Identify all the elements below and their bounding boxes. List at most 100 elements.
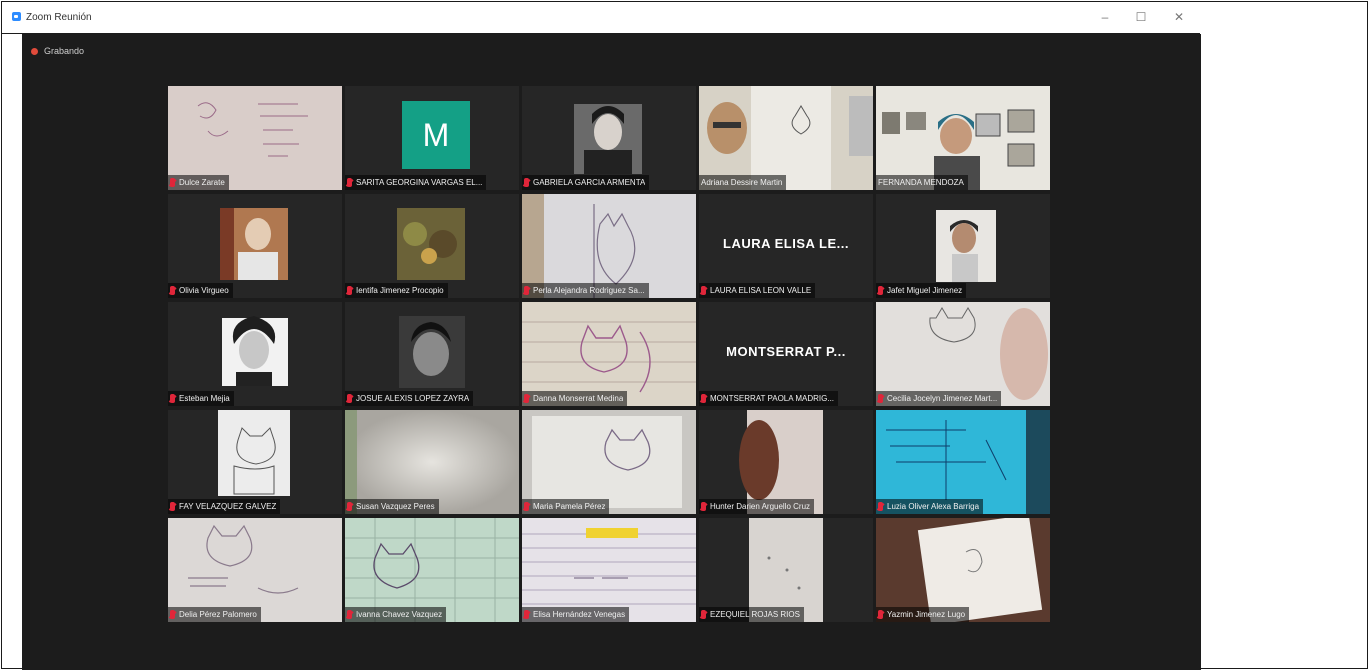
participant-name: Maria Pamela Pérez bbox=[533, 502, 606, 511]
mic-muted-icon bbox=[524, 502, 529, 511]
participant-tile[interactable]: EZEQUIEL ROJAS RIOS bbox=[699, 518, 873, 622]
participant-name: Ivanna Chavez Vazquez bbox=[356, 610, 443, 619]
participant-tile[interactable]: Hunter Darien Arguello Cruz bbox=[699, 410, 873, 514]
participant-name-bar: MONTSERRAT PAOLA MADRIG... bbox=[699, 391, 839, 406]
title-bar: Zoom Reunión – ☐ ✕ bbox=[2, 2, 1200, 34]
zoom-app-icon bbox=[12, 12, 21, 21]
participant-tile[interactable]: M SARITA GEORGINA VARGAS EL... bbox=[345, 86, 519, 190]
participant-tile[interactable]: Cecilia Jocelyn Jimenez Mart... bbox=[876, 302, 1050, 406]
participant-tile[interactable]: Maria Pamela Pérez bbox=[522, 410, 696, 514]
participant-name-bar: Esteban Mejia bbox=[168, 391, 234, 406]
participant-name-bar: GABRIELA GARCIA ARMENTA bbox=[522, 175, 650, 190]
participant-tile[interactable]: Luzia Oliver Alexa Barriga bbox=[876, 410, 1050, 514]
mic-muted-icon bbox=[701, 394, 706, 403]
participant-name: Perla Alejandra Rodriguez Sa... bbox=[533, 286, 645, 295]
meeting-view: Grabando Dulce Zarate M SARITA GEORGINA VA… bbox=[22, 34, 1201, 670]
mic-muted-icon bbox=[170, 286, 175, 295]
participant-tile[interactable]: MONTSERRAT P... MONTSERRAT PAOLA MADRIG..… bbox=[699, 302, 873, 406]
participant-tile[interactable]: Jafet Miguel Jimenez bbox=[876, 194, 1050, 298]
participant-name: JOSUE ALEXIS LOPEZ ZAYRA bbox=[356, 394, 470, 403]
participant-name: FERNANDA MENDOZA bbox=[878, 178, 964, 187]
participant-tile[interactable]: LAURA ELISA LE... LAURA ELISA LEON VALLE bbox=[699, 194, 873, 298]
participant-name: FAY VELAZQUEZ GALVEZ bbox=[179, 502, 277, 511]
participant-name-bar: Jafet Miguel Jimenez bbox=[876, 283, 967, 298]
participant-name: Dulce Zarate bbox=[179, 178, 225, 187]
recording-icon bbox=[31, 48, 38, 55]
participant-name-bar: Perla Alejandra Rodriguez Sa... bbox=[522, 283, 649, 298]
participant-tile[interactable]: Danna Monserrat Medina bbox=[522, 302, 696, 406]
participant-name: Olivia Virgueo bbox=[179, 286, 229, 295]
mic-muted-icon bbox=[701, 286, 706, 295]
participant-name-bar: Adriana Dessire Martin bbox=[699, 175, 787, 190]
maximize-button[interactable]: ☐ bbox=[1132, 9, 1150, 25]
participant-name-bar: EZEQUIEL ROJAS RIOS bbox=[699, 607, 804, 622]
participant-name-bar: Luzia Oliver Alexa Barriga bbox=[876, 499, 984, 514]
participant-name-bar: SARITA GEORGINA VARGAS EL... bbox=[345, 175, 487, 190]
participant-name: Hunter Darien Arguello Cruz bbox=[710, 502, 811, 511]
participant-tile[interactable]: Perla Alejandra Rodriguez Sa... bbox=[522, 194, 696, 298]
mic-muted-icon bbox=[170, 610, 175, 619]
participant-name-bar: JOSUE ALEXIS LOPEZ ZAYRA bbox=[345, 391, 474, 406]
participant-name-bar: Ivanna Chavez Vazquez bbox=[345, 607, 447, 622]
participant-tile[interactable]: Ivanna Chavez Vazquez bbox=[345, 518, 519, 622]
participant-name-bar: Dulce Zarate bbox=[168, 175, 229, 190]
mic-muted-icon bbox=[170, 178, 175, 187]
mic-muted-icon bbox=[347, 502, 352, 511]
minimize-button[interactable]: – bbox=[1096, 9, 1114, 25]
participant-name: MONTSERRAT PAOLA MADRIG... bbox=[710, 394, 835, 403]
participant-tile[interactable]: Yazmin Jimenez Lugo bbox=[876, 518, 1050, 622]
participant-tile[interactable]: Adriana Dessire Martin bbox=[699, 86, 873, 190]
participant-name: Cecilia Jocelyn Jimenez Mart... bbox=[887, 394, 998, 403]
participant-name-bar: FERNANDA MENDOZA bbox=[876, 175, 968, 190]
mic-muted-icon bbox=[347, 178, 352, 187]
participant-tile[interactable]: GABRIELA GARCIA ARMENTA bbox=[522, 86, 696, 190]
participant-name-bar: FAY VELAZQUEZ GALVEZ bbox=[168, 499, 281, 514]
participant-name: SARITA GEORGINA VARGAS EL... bbox=[356, 178, 483, 187]
participant-tile[interactable]: Elisa Hernández Venegas bbox=[522, 518, 696, 622]
participant-display-name: MONTSERRAT P... bbox=[726, 344, 846, 359]
participant-tile[interactable]: Delia Pérez Palomero bbox=[168, 518, 342, 622]
participant-name: Ientifa Jimenez Procopio bbox=[356, 286, 444, 295]
participant-name-bar: Susan Vazquez Peres bbox=[345, 499, 439, 514]
participant-name: Luzia Oliver Alexa Barriga bbox=[887, 502, 980, 511]
participant-name: Danna Monserrat Medina bbox=[533, 394, 624, 403]
mic-muted-icon bbox=[524, 610, 529, 619]
participant-name: Elisa Hernández Venegas bbox=[533, 610, 626, 619]
participant-tile[interactable]: Olivia Virgueo bbox=[168, 194, 342, 298]
participant-tile[interactable]: Susan Vazquez Peres bbox=[345, 410, 519, 514]
participant-tile[interactable]: JOSUE ALEXIS LOPEZ ZAYRA bbox=[345, 302, 519, 406]
mic-muted-icon bbox=[524, 286, 529, 295]
participant-name: Adriana Dessire Martin bbox=[701, 178, 783, 187]
participant-name: Delia Pérez Palomero bbox=[179, 610, 257, 619]
gallery-grid: Dulce Zarate M SARITA GEORGINA VARGAS EL..… bbox=[168, 86, 1050, 622]
mic-muted-icon bbox=[878, 394, 883, 403]
participant-name: EZEQUIEL ROJAS RIOS bbox=[710, 610, 800, 619]
participant-name: Esteban Mejia bbox=[179, 394, 230, 403]
participant-name: Susan Vazquez Peres bbox=[356, 502, 435, 511]
mic-muted-icon bbox=[878, 286, 883, 295]
recording-label: Grabando bbox=[44, 46, 85, 56]
participant-avatar: M bbox=[402, 101, 470, 169]
mic-muted-icon bbox=[347, 610, 352, 619]
participant-name-bar: Delia Pérez Palomero bbox=[168, 607, 261, 622]
participant-tile[interactable]: Dulce Zarate bbox=[168, 86, 342, 190]
participant-tile[interactable]: Ientifa Jimenez Procopio bbox=[345, 194, 519, 298]
mic-muted-icon bbox=[878, 610, 883, 619]
close-button[interactable]: ✕ bbox=[1170, 9, 1188, 25]
participant-name: GABRIELA GARCIA ARMENTA bbox=[533, 178, 646, 187]
participant-name-bar: Hunter Darien Arguello Cruz bbox=[699, 499, 815, 514]
participant-tile[interactable]: Esteban Mejia bbox=[168, 302, 342, 406]
participant-display-name: LAURA ELISA LE... bbox=[723, 236, 849, 251]
mic-muted-icon bbox=[524, 178, 529, 187]
participant-tile[interactable]: FERNANDA MENDOZA bbox=[876, 86, 1050, 190]
participant-name-bar: Elisa Hernández Venegas bbox=[522, 607, 630, 622]
participant-name-bar: Yazmin Jimenez Lugo bbox=[876, 607, 970, 622]
participant-name-bar: LAURA ELISA LEON VALLE bbox=[699, 283, 816, 298]
participant-name: LAURA ELISA LEON VALLE bbox=[710, 286, 812, 295]
window-title: Zoom Reunión bbox=[26, 12, 92, 23]
mic-muted-icon bbox=[701, 502, 706, 511]
participant-tile[interactable]: FAY VELAZQUEZ GALVEZ bbox=[168, 410, 342, 514]
participant-name-bar: Maria Pamela Pérez bbox=[522, 499, 610, 514]
mic-muted-icon bbox=[170, 394, 175, 403]
participant-name: Yazmin Jimenez Lugo bbox=[887, 610, 966, 619]
